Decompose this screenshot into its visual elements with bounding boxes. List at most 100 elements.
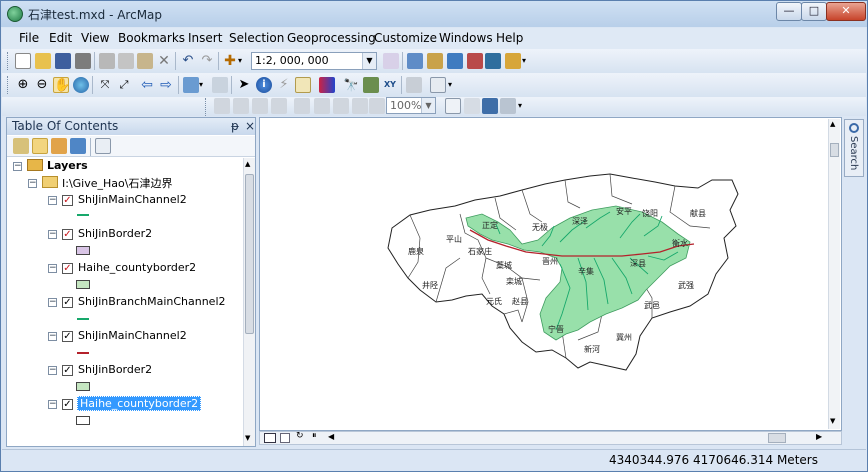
fixed-zoom-in-icon[interactable]: ⤧ bbox=[97, 77, 113, 93]
hyperlink-icon[interactable]: ⚡ bbox=[276, 77, 292, 93]
map-canvas[interactable]: 正定 藁城 深泽 安平 饶阳 献县 平山 鹿泉 石家庄 无极 晋州 辛集 深县 … bbox=[260, 118, 828, 430]
layer-symbol-line[interactable] bbox=[77, 352, 89, 354]
map-display[interactable]: 正定 藁城 深泽 安平 饶阳 献县 平山 鹿泉 石家庄 无极 晋州 辛集 深县 … bbox=[259, 117, 842, 431]
scroll-down-icon[interactable]: ▼ bbox=[245, 434, 250, 442]
search-side-tab[interactable]: Search bbox=[844, 119, 864, 177]
collapse-icon[interactable]: − bbox=[48, 366, 57, 375]
layer-visibility-checkbox[interactable]: ✓ bbox=[62, 399, 73, 410]
menu-selection[interactable]: Selection bbox=[229, 31, 284, 45]
back-extent-icon[interactable]: ⇦ bbox=[139, 77, 155, 93]
list-by-drawing-order-icon[interactable] bbox=[13, 138, 29, 154]
zoom-in-icon[interactable]: ⊕ bbox=[15, 77, 31, 93]
cut-icon[interactable] bbox=[99, 53, 115, 69]
minimize-button[interactable]: — bbox=[776, 2, 802, 21]
copy-icon[interactable] bbox=[118, 53, 134, 69]
collapse-icon[interactable]: − bbox=[48, 332, 57, 341]
list-by-selection-icon[interactable] bbox=[70, 138, 86, 154]
redo-icon[interactable]: ↷ bbox=[199, 53, 215, 69]
menu-view[interactable]: View bbox=[81, 31, 109, 45]
layer-symbol-fill[interactable] bbox=[76, 416, 90, 425]
html-popup-icon[interactable] bbox=[295, 77, 311, 93]
pin-icon[interactable]: ᵽ bbox=[231, 118, 239, 135]
source-folder-label[interactable]: I:\Give_Hao\石津边界 bbox=[62, 175, 172, 191]
close-icon[interactable]: × bbox=[245, 118, 255, 135]
scroll-down-icon[interactable]: ▼ bbox=[830, 417, 835, 425]
layer-name[interactable]: ShiJinMainChannel2 bbox=[78, 193, 187, 206]
toolbar-options-icon[interactable]: ▾ bbox=[522, 53, 538, 69]
fixed-zoom-in-layout-icon[interactable] bbox=[314, 98, 330, 114]
clear-selection-icon[interactable] bbox=[212, 77, 228, 93]
refresh-icon[interactable]: ↻ bbox=[296, 431, 304, 441]
scroll-left-icon[interactable]: ◀ bbox=[328, 432, 334, 441]
save-icon[interactable] bbox=[55, 53, 71, 69]
close-button[interactable]: ✕ bbox=[826, 2, 866, 21]
collapse-icon[interactable]: − bbox=[28, 179, 37, 188]
layer-name[interactable]: ShiJinMainChannel2 bbox=[78, 329, 187, 342]
measure-icon[interactable] bbox=[319, 77, 335, 93]
fixed-zoom-out-layout-icon[interactable] bbox=[333, 98, 349, 114]
collapse-icon[interactable]: − bbox=[48, 264, 57, 273]
arctoolbox-icon[interactable] bbox=[447, 53, 463, 69]
toolbar-grip[interactable] bbox=[205, 98, 208, 116]
layer-name-selected[interactable]: Haihe_countyborder2 bbox=[77, 396, 202, 411]
data-driven-pages-icon[interactable] bbox=[500, 98, 516, 114]
find-icon[interactable]: 🔭 bbox=[343, 77, 359, 93]
chevron-down-icon[interactable]: ▼ bbox=[421, 98, 435, 113]
pause-drawing-icon[interactable]: ⏸ bbox=[312, 431, 317, 441]
delete-icon[interactable]: ✕ bbox=[156, 53, 172, 69]
scroll-up-icon[interactable]: ▲ bbox=[830, 120, 835, 128]
scroll-up-icon[interactable]: ▲ bbox=[245, 160, 250, 168]
scroll-right-icon[interactable]: ▶ bbox=[816, 432, 822, 441]
zoom-100-icon[interactable] bbox=[294, 98, 310, 114]
layer-symbol-fill[interactable] bbox=[76, 382, 90, 391]
menu-help[interactable]: Help bbox=[496, 31, 523, 45]
table-icon[interactable] bbox=[407, 53, 423, 69]
layout-pan-icon[interactable] bbox=[252, 98, 268, 114]
pan-icon[interactable]: ✋ bbox=[53, 77, 70, 93]
catalog-icon[interactable] bbox=[427, 53, 443, 69]
layout-zoom-in-icon[interactable] bbox=[214, 98, 230, 114]
layer-visibility-checkbox[interactable]: ✓ bbox=[62, 263, 73, 274]
zoom-whole-page-icon[interactable] bbox=[271, 98, 287, 114]
menu-bookmarks[interactable]: Bookmarks bbox=[118, 31, 185, 45]
menu-insert[interactable]: Insert bbox=[188, 31, 222, 45]
select-elements-icon[interactable]: ➤ bbox=[236, 77, 252, 93]
previous-extent-layout-icon[interactable] bbox=[352, 98, 368, 114]
map-vertical-scrollbar[interactable]: ▲ ▼ bbox=[828, 119, 840, 429]
maximize-button[interactable]: □ bbox=[801, 2, 827, 21]
viewer-window-icon[interactable] bbox=[430, 77, 446, 93]
collapse-icon[interactable]: − bbox=[48, 400, 57, 409]
layer-visibility-checkbox[interactable]: ✓ bbox=[62, 297, 73, 308]
layer-name[interactable]: Haihe_countyborder2 bbox=[78, 261, 196, 274]
layer-symbol-line[interactable] bbox=[77, 318, 89, 320]
toolbar-grip[interactable] bbox=[7, 52, 10, 70]
layer-visibility-checkbox[interactable]: ✓ bbox=[62, 365, 73, 376]
select-features-icon[interactable] bbox=[183, 77, 199, 93]
identify-icon[interactable]: i bbox=[256, 77, 272, 93]
data-frame-label[interactable]: Layers bbox=[47, 159, 88, 172]
layer-symbol-fill[interactable] bbox=[76, 246, 90, 255]
collapse-icon[interactable]: − bbox=[48, 298, 57, 307]
open-folder-icon[interactable] bbox=[35, 53, 51, 69]
layer-symbol-fill[interactable] bbox=[76, 280, 90, 289]
list-by-visibility-icon[interactable] bbox=[51, 138, 67, 154]
layer-symbol-line[interactable] bbox=[77, 214, 89, 216]
horizontal-scroll-thumb[interactable] bbox=[768, 433, 786, 443]
next-extent-layout-icon[interactable] bbox=[369, 98, 385, 114]
menu-file[interactable]: File bbox=[19, 31, 39, 45]
python-icon[interactable] bbox=[467, 53, 483, 69]
layer-name[interactable]: ShiJinBorder2 bbox=[78, 363, 152, 376]
menu-windows[interactable]: Windows bbox=[439, 31, 493, 45]
toc-options-icon[interactable] bbox=[95, 138, 111, 154]
print-icon[interactable] bbox=[75, 53, 91, 69]
focus-data-frame-icon[interactable] bbox=[464, 98, 480, 114]
find-route-icon[interactable] bbox=[363, 77, 379, 93]
layout-options-icon[interactable]: ▾ bbox=[518, 98, 534, 114]
paste-icon[interactable] bbox=[137, 53, 153, 69]
map-scale-combo[interactable]: 1:2, 000, 000 ▼ bbox=[251, 52, 377, 70]
menu-edit[interactable]: Edit bbox=[49, 31, 72, 45]
layer-name[interactable]: ShiJinBorder2 bbox=[78, 227, 152, 240]
forward-extent-icon[interactable]: ⇨ bbox=[158, 77, 174, 93]
change-layout-icon[interactable] bbox=[482, 98, 498, 114]
add-data-icon[interactable]: ✚ bbox=[222, 53, 238, 69]
